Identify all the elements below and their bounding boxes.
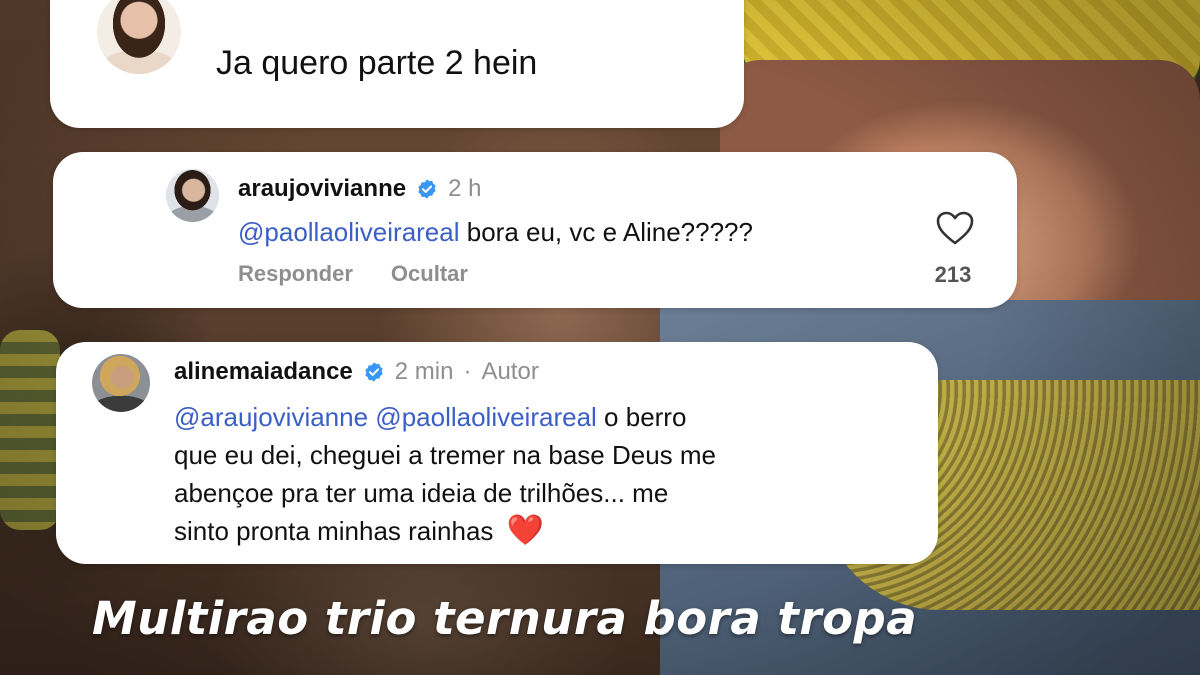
comment-actions: Responder Ocultar: [238, 261, 468, 287]
reply-button[interactable]: Responder: [238, 261, 353, 287]
verified-badge-icon: [365, 362, 383, 382]
comment-fragment: o berro: [604, 402, 687, 432]
comment-card-1[interactable]: Ja quero parte 2 hein: [50, 0, 744, 128]
like-count: 213: [934, 262, 972, 287]
heart-icon[interactable]: [935, 210, 975, 246]
comment-header: araujovivianne 2 h: [238, 175, 481, 203]
comment-card-2[interactable]: araujovivianne 2 h @paollaoliveirareal b…: [53, 152, 1017, 308]
comment-text: Ja quero parte 2 hein: [216, 44, 538, 82]
comment-text: @paollaoliveirareal bora eu, vc e Aline?…: [238, 212, 753, 252]
hide-button[interactable]: Ocultar: [391, 261, 468, 287]
comment-line-3: abençoe pra ter uma ideia de trilhões...…: [174, 478, 669, 508]
comment-card-3[interactable]: alinemaiadance 2 min · Autor @araujovivi…: [56, 342, 938, 564]
username[interactable]: araujovivianne: [238, 175, 406, 203]
comment-line-1: @araujovivianne @paollaoliveirareal o be…: [174, 398, 914, 436]
author-label: Autor: [481, 358, 539, 385]
comment-text: @araujovivianne @paollaoliveirareal o be…: [174, 398, 914, 550]
mention-link[interactable]: @paollaoliveirareal: [375, 402, 597, 432]
avatar[interactable]: [166, 169, 219, 222]
red-heart-emoji-icon: ❤️: [506, 514, 544, 547]
mention-link[interactable]: @araujovivianne: [174, 402, 368, 432]
comment-time: 2 min: [394, 358, 454, 385]
verified-badge-icon: [418, 179, 436, 199]
comment-line-2: que eu dei, cheguei a tremer na base Deu…: [174, 440, 717, 470]
story-caption: Multirao trio ternura bora tropa: [92, 592, 918, 645]
comment-time: 2 h: [448, 175, 482, 202]
username[interactable]: alinemaiadance: [174, 358, 353, 386]
comment-body: bora eu, vc e Aline?????: [466, 217, 753, 247]
comment-header: alinemaiadance 2 min · Autor: [174, 358, 539, 386]
avatar[interactable]: [92, 354, 150, 412]
comment-line-4: sinto pronta minhas rainhas ❤️: [174, 512, 914, 550]
separator: ·: [463, 358, 472, 385]
mention-link[interactable]: @paollaoliveirareal: [238, 217, 460, 247]
avatar[interactable]: [97, 0, 181, 74]
comment-fragment: sinto pronta minhas rainhas: [174, 516, 494, 546]
